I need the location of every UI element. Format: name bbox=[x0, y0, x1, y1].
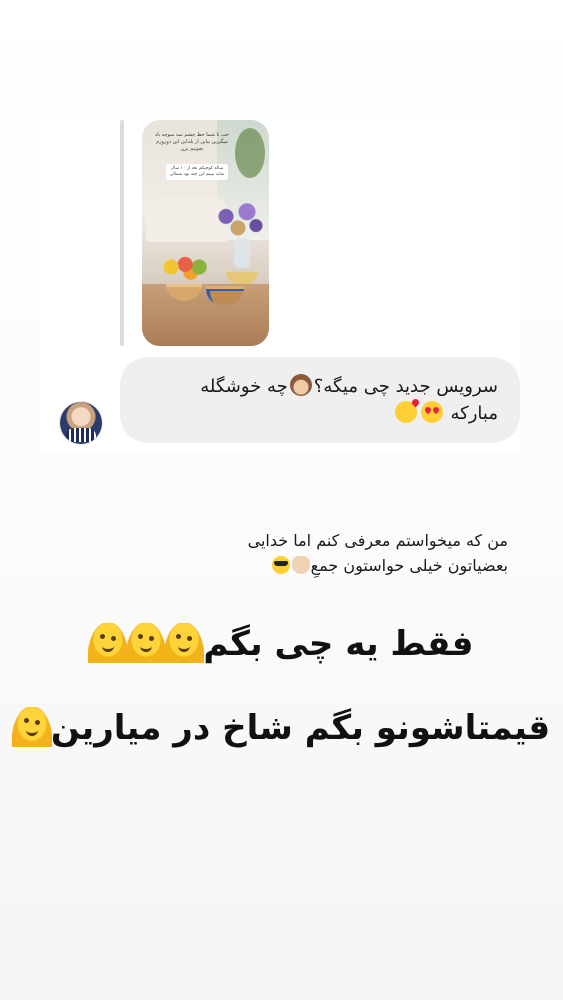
sunglasses-emoji-icon bbox=[271, 556, 290, 574]
headline-line2: قیمتاشونو بگم شاخ در میارین bbox=[0, 706, 563, 750]
story-caption-text: خب تا شما خط چشم نمه سوچه باد میگیرین بی… bbox=[154, 132, 229, 152]
message-line1-end: چه خوشگله bbox=[200, 376, 288, 397]
story-bowl bbox=[226, 272, 258, 284]
message-line1: سرویس جدید چی میگه؟ bbox=[313, 376, 498, 397]
monkey-see-no-evil-emoji-icon bbox=[289, 374, 312, 396]
pinching-hand-emoji-icon bbox=[291, 556, 310, 574]
message-text: سرویس جدید چی میگه؟ چه خوشگله مبارکه bbox=[158, 373, 498, 427]
melting-face-emoji-icon bbox=[126, 623, 167, 663]
caption-line2: بعضیاتون خیلی حواستون جمعِ bbox=[310, 556, 508, 575]
melting-face-emoji-icon bbox=[88, 623, 129, 663]
dm-card: خب تا شما خط چشم نمه سوچه باد میگیرین بی… bbox=[40, 118, 520, 451]
story-sticker-text: ساله کوچیکم بعد از ۱۰ سال شاید ببینم این… bbox=[166, 164, 228, 180]
reply-indicator-bar bbox=[120, 120, 124, 346]
headline-line2-text: قیمتاشونو بگم شاخ در میارین bbox=[50, 708, 551, 748]
heart-eyes-emoji-icon bbox=[420, 401, 443, 423]
story-fruit-bowl bbox=[160, 254, 216, 280]
story-table bbox=[142, 284, 269, 346]
melting-face-emoji-icon bbox=[11, 707, 52, 747]
story-caption: من که میخواستم معرفی کنم اما خدایی بعضیا… bbox=[160, 528, 508, 578]
message-line2: مبارکه bbox=[450, 403, 498, 424]
headline-line1-text: فقط یه چی بگم bbox=[203, 624, 474, 664]
message-bubble[interactable]: سرویس جدید چی میگه؟ چه خوشگله مبارکه bbox=[120, 357, 520, 443]
story-reply-thumbnail[interactable]: خب تا شما خط چشم نمه سوچه باد میگیرین بی… bbox=[142, 120, 269, 346]
story-plant bbox=[235, 128, 265, 178]
kissing-heart-emoji-icon bbox=[394, 401, 417, 423]
headline-line1: فقط یه چی بگم bbox=[0, 622, 563, 666]
melting-face-emoji-icon bbox=[164, 623, 205, 663]
story-vase bbox=[234, 238, 250, 268]
caption-line1: من که میخواستم معرفی کنم اما خدایی bbox=[247, 531, 508, 550]
avatar[interactable] bbox=[60, 402, 102, 444]
